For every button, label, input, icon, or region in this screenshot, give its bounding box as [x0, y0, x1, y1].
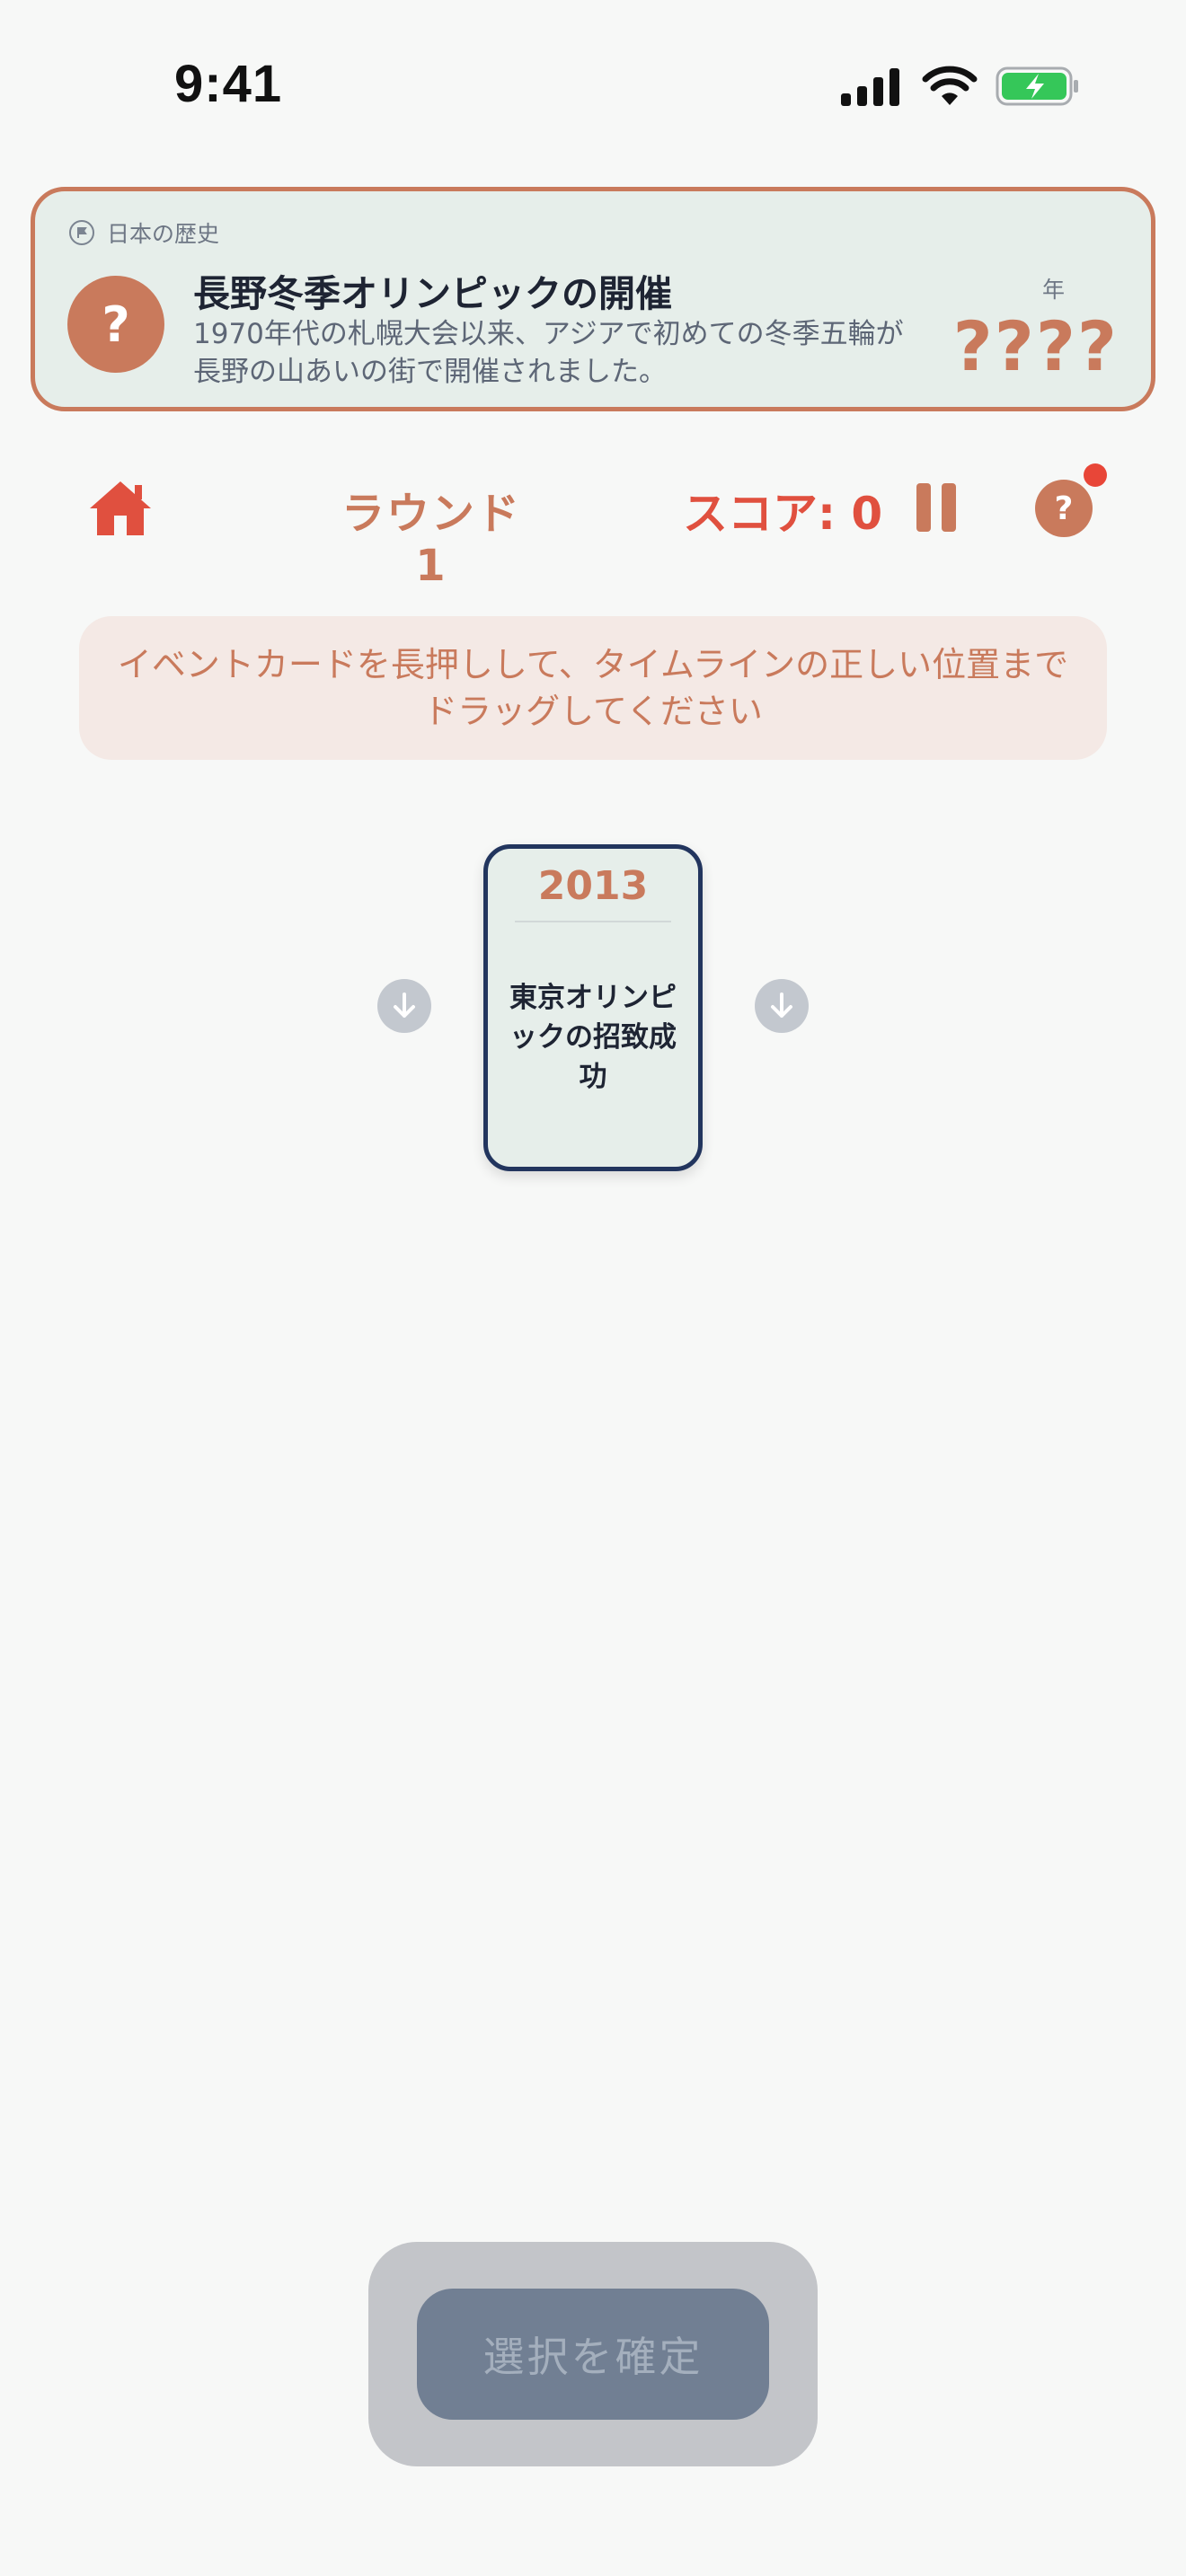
round-label: ラウンド 1	[341, 489, 521, 591]
pause-bar-left	[916, 483, 931, 532]
timeline-card-text: 東京オリンピックの招致成功	[509, 982, 677, 1093]
year-label: 年	[1041, 277, 1065, 303]
notification-dot	[1084, 463, 1107, 487]
category-label: 日本の歴史	[69, 216, 219, 249]
instruction-banner: イベントカードを長押しして、タイムラインの正しい位置までドラッグしてください	[79, 616, 1107, 760]
question-icon: ?	[67, 276, 164, 373]
status-time: 9:41	[174, 55, 283, 113]
timeline-card: 2013 東京オリンピックの招致成功	[483, 844, 703, 1171]
event-title: 長野冬季オリンピックの開催	[193, 272, 672, 315]
pause-bar-right	[942, 483, 956, 532]
event-card[interactable]: 日本の歴史 ? 長野冬季オリンピックの開催 1970年代の札幌大会以来、アジアで…	[31, 187, 1155, 411]
drop-slot-after[interactable]	[755, 979, 809, 1033]
battery-charging-icon	[996, 66, 1078, 106]
hidden-year: ????	[952, 306, 1119, 386]
category-text: 日本の歴史	[107, 221, 220, 247]
card-divider	[515, 921, 671, 922]
game-screen: 9:41 日本の歴史 ? 長野冬季オリンピックの開催 1970年代の札幌大会以来…	[0, 0, 1186, 2576]
confirm-container: 選択を確定	[368, 2242, 818, 2466]
drop-slot-before[interactable]	[377, 979, 431, 1033]
flag-icon	[69, 220, 94, 245]
arrow-down-icon	[771, 992, 792, 1018]
home-icon	[90, 481, 151, 535]
help-button[interactable]: ?	[1035, 480, 1093, 537]
score-label: スコア: 0	[683, 488, 883, 540]
home-button[interactable]	[86, 478, 155, 537]
status-icons	[839, 63, 1080, 110]
arrow-down-icon	[394, 992, 415, 1018]
timeline-card-year: 2013	[537, 863, 649, 909]
signal-icon	[841, 68, 899, 106]
pause-button[interactable]	[916, 483, 956, 532]
confirm-selection-button[interactable]: 選択を確定	[417, 2289, 769, 2420]
wifi-icon	[922, 66, 978, 105]
event-description: 1970年代の札幌大会以来、アジアで初めての冬季五輪が長野の山あいの街で開催され…	[193, 318, 904, 388]
